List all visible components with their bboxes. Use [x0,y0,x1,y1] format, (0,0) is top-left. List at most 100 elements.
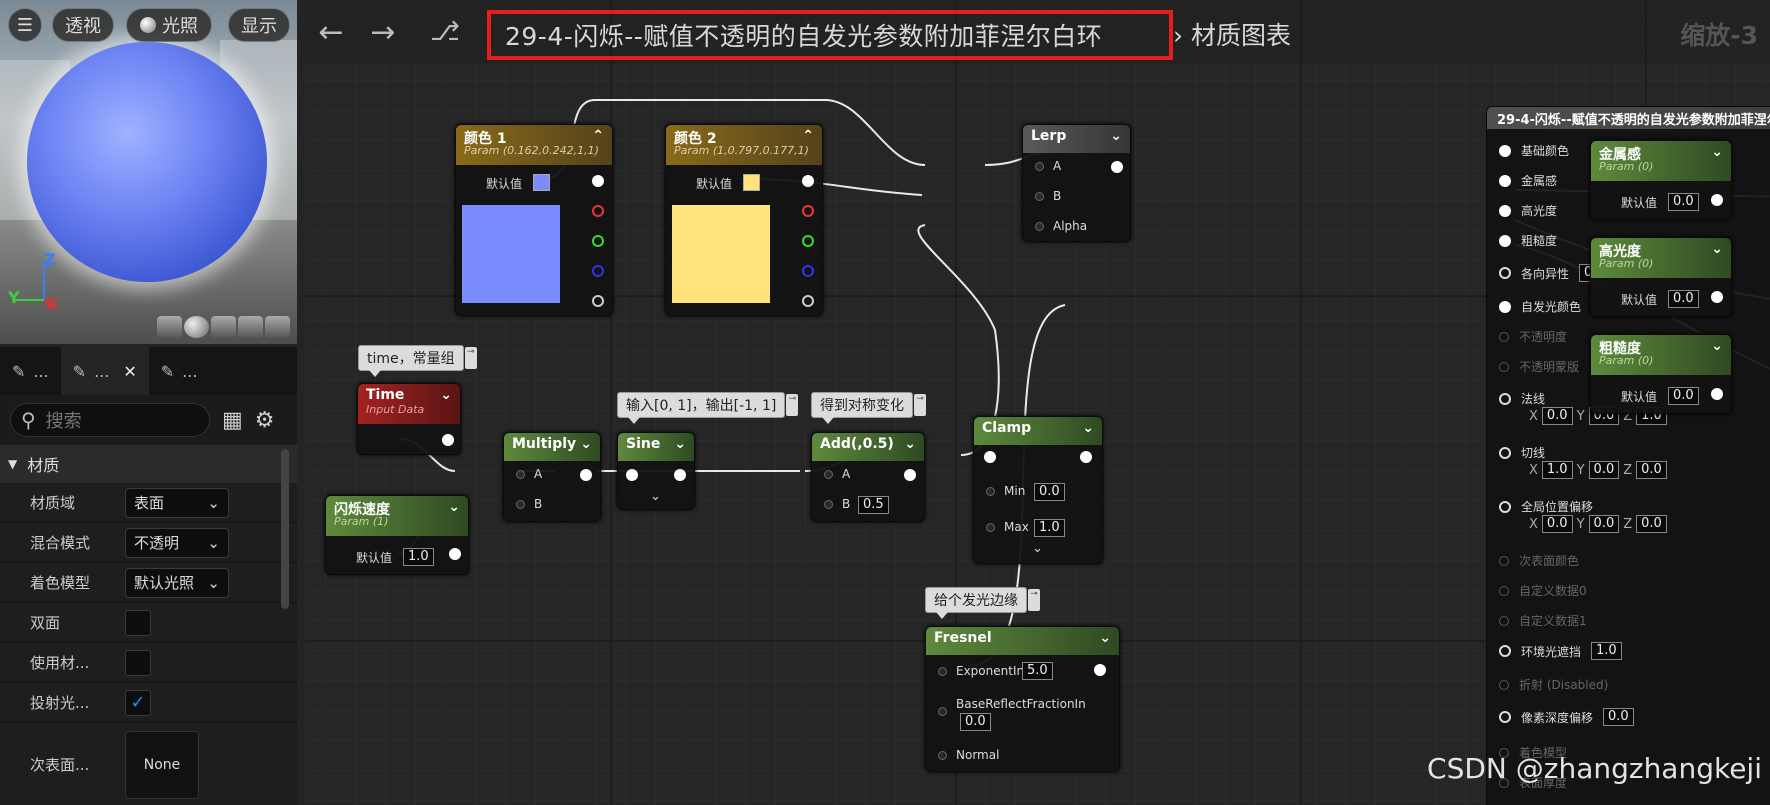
output-pin[interactable] [1094,664,1106,676]
result-pin-tangent[interactable]: 切线 [1499,444,1545,461]
input-pin[interactable] [1499,446,1511,459]
input-pin-base-reflect[interactable] [938,707,947,716]
chevron-down-icon[interactable]: ⌄ [1082,420,1094,442]
shading-model-select[interactable]: 默认光照 ⌄ [125,567,229,598]
expand-chevron-icon[interactable]: ⌄ [650,489,661,504]
tab-details-2[interactable]: ✎... ✕ [60,347,149,395]
input-pin[interactable] [1499,711,1511,723]
material-preview-viewport[interactable]: ☰ 透视 光照 显示 Z Y X [0,0,297,344]
node-fresnel[interactable]: Fresnel ⌄ ExponentIn 5.0 BaseReflectFract… [925,626,1120,772]
input-pin-b[interactable] [516,500,525,509]
use-material-checkbox[interactable] [125,649,151,676]
output-pin-rgba[interactable] [592,175,604,187]
chevron-down-icon[interactable]: ⌄ [1099,630,1111,652]
pin-icon[interactable]: ⊸ [914,394,926,416]
perspective-button[interactable]: 透视 [52,8,114,42]
color-swatch-small[interactable] [533,174,550,191]
output-pin[interactable] [1711,194,1723,206]
graph-hierarchy-button[interactable]: ⎇ [419,0,471,64]
node-roughness-param[interactable]: 粗糙度 ⌄ Param (0) 默认值 0.0 [1590,334,1732,414]
tab-details-1[interactable]: ✎... [0,347,61,395]
chevron-down-icon[interactable]: ⌄ [448,499,460,533]
section-header-material[interactable]: ▼ 材质 [0,445,297,483]
input-pin-a[interactable] [824,470,833,479]
chevron-down-icon[interactable]: ⌄ [440,387,452,421]
gear-icon[interactable]: ⚙ [255,408,275,433]
output-pin-b[interactable] [592,265,604,277]
node-sine[interactable]: Sine ⌄ ⌄ [617,432,695,510]
expand-chevron-icon[interactable]: ⌄ [1032,541,1043,556]
details-scrollbar[interactable] [281,449,289,609]
node-add[interactable]: Add(,0.5) ⌄ A B 0.5 [811,432,925,522]
tangent-x-input[interactable]: 1.0 [1541,461,1573,479]
input-pin[interactable] [1499,174,1511,187]
node-lerp[interactable]: Lerp ⌄ A B Alpha [1022,124,1131,242]
value-input[interactable]: 0.5 [858,496,889,514]
comment-add[interactable]: 得到对称变化 ⊸ [811,392,926,424]
output-pin[interactable] [1711,388,1723,400]
input-pin[interactable] [1499,645,1511,657]
output-pin[interactable] [1080,451,1092,463]
node-color-1[interactable]: 颜色 1 ⌃ Param (0.162,0.242,1,1) 默认值 [455,124,613,316]
input-pin[interactable] [984,451,996,463]
tab-details-3[interactable]: ✎... [149,347,210,395]
chevron-down-icon[interactable]: ⌄ [580,436,592,458]
input-pin[interactable] [1499,392,1511,405]
input-pin[interactable] [1499,500,1511,513]
wpo-y-input[interactable]: 0.0 [1588,515,1620,533]
search-input[interactable]: ⚲ 搜索 [10,403,210,437]
node-clamp[interactable]: Clamp ⌄ Min 0.0 Max 1.0 ⌄ [973,416,1103,564]
node-flicker-speed[interactable]: 闪烁速度 ⌄ Param (1) 默认值 1.0 [325,495,469,575]
table-view-icon[interactable]: ▦ [222,408,243,433]
result-pin-specular[interactable]: 高光度 [1499,202,1557,219]
pin-icon[interactable]: ⊸ [1028,589,1040,611]
sphere-shape-button[interactable] [184,316,209,338]
blend-mode-select[interactable]: 不透明 ⌄ [125,527,229,558]
cube-shape-button[interactable] [238,316,263,338]
node-multiply[interactable]: Multiply ⌄ A B [503,432,601,522]
comment-time[interactable]: time，常量组 ⊸ [358,345,477,377]
normal-x-input[interactable]: 0.0 [1541,407,1573,425]
output-pin[interactable] [449,548,461,560]
input-pin-a[interactable] [516,470,525,479]
subsurface-profile-picker[interactable]: None [125,730,199,799]
chevron-down-icon[interactable]: ⌄ [1711,241,1723,275]
node-metallic-param[interactable]: 金属感 ⌄ Param (0) 默认值 0.0 [1590,140,1732,220]
input-pin[interactable] [626,469,638,481]
input-pin[interactable] [1499,300,1511,313]
value-input[interactable]: 1.0 [403,548,434,566]
output-pin[interactable] [674,469,686,481]
plane-shape-button[interactable] [211,316,236,338]
result-pin-normal[interactable]: 法线 [1499,390,1545,407]
tangent-y-input[interactable]: 0.0 [1588,461,1620,479]
value-input[interactable]: 5.0 [1022,662,1053,680]
result-pin-base-color[interactable]: 基础颜色 [1499,142,1569,159]
value-input[interactable]: 0.0 [1034,483,1065,501]
material-domain-select[interactable]: 表面 ⌄ [125,487,229,518]
value-input[interactable]: 0.0 [1668,193,1699,211]
chevron-down-icon[interactable]: ⌄ [674,436,686,458]
node-specular-param[interactable]: 高光度 ⌄ Param (0) 默认值 0.0 [1590,237,1732,317]
pin-icon[interactable]: ⊸ [464,347,477,369]
result-pin-metallic[interactable]: 金属感 [1499,172,1557,189]
output-pin[interactable] [904,469,916,481]
cylinder-shape-button[interactable] [157,316,182,338]
output-pin-r[interactable] [592,205,604,217]
comment-sine[interactable]: 输入[0, 1]，输出[-1, 1] ⊸ [617,392,799,424]
chevron-down-icon[interactable]: ⌄ [1711,144,1723,178]
show-button[interactable]: 显示 [228,8,290,42]
output-pin[interactable] [1711,291,1723,303]
pin-icon[interactable]: ⊸ [786,394,799,416]
node-time[interactable]: Time ⌄ Input Data [357,383,461,455]
chevron-down-icon[interactable]: ⌄ [1110,128,1122,150]
value-input[interactable]: 1.0 [1034,519,1065,537]
input-pin[interactable] [1499,234,1511,247]
close-icon[interactable]: ✕ [123,362,136,381]
comment-fresnel[interactable]: 给个发光边缘 ⊸ [925,587,1040,619]
output-pin-rgba[interactable] [802,175,814,187]
output-pin[interactable] [580,469,592,481]
lighting-button[interactable]: 光照 [126,8,212,42]
input-pin[interactable] [1499,267,1511,279]
output-pin-r[interactable] [802,205,814,217]
custom-mesh-button[interactable] [265,316,290,338]
